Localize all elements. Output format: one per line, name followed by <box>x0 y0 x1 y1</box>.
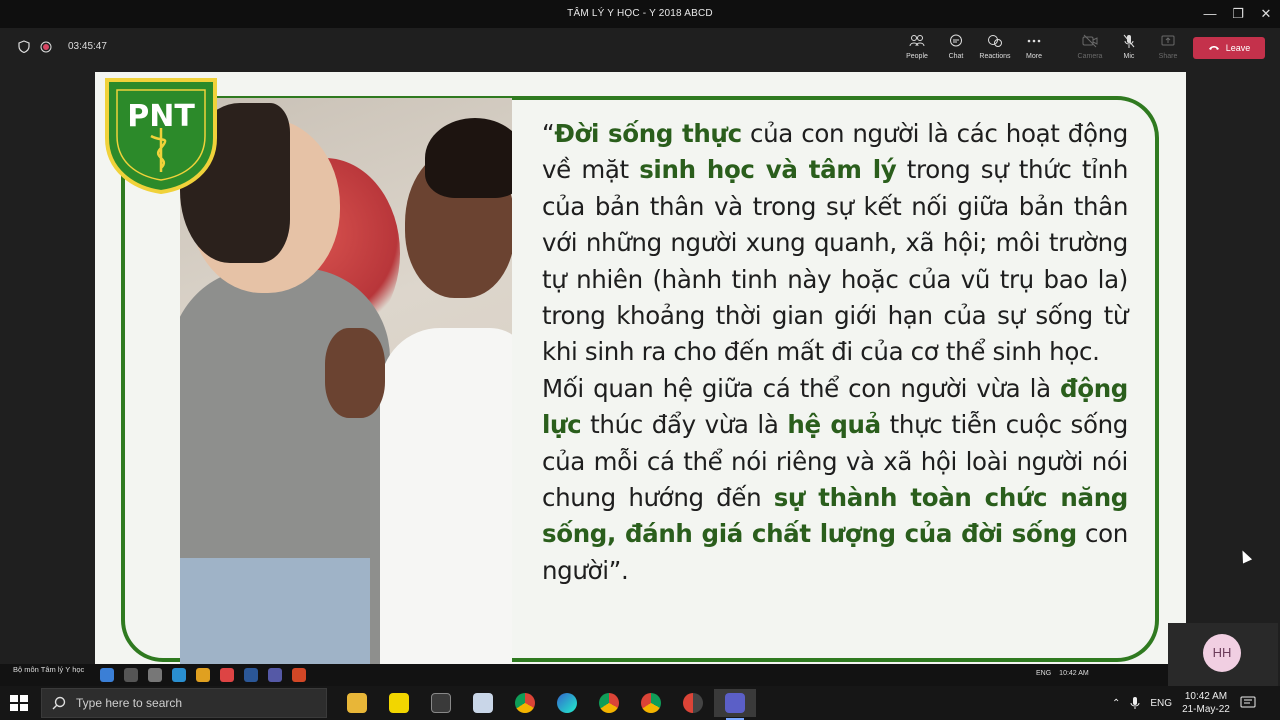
chat-icon <box>936 34 976 51</box>
remote-clock: 10:42 AM <box>1059 670 1089 677</box>
teams-button[interactable] <box>714 689 756 720</box>
chrome-profile-button-3[interactable] <box>672 689 714 717</box>
windows-taskbar: Type here to search ⌃ ENG 10:42 AM 21-Ma… <box>0 686 1280 720</box>
shared-screen: PNT “Đời sống thực của con người là các … <box>0 68 1280 668</box>
edge-button[interactable] <box>546 689 588 717</box>
tray-chevron-up-icon[interactable]: ⌃ <box>1112 698 1120 709</box>
folder-icon <box>347 693 367 713</box>
window-title: TÂM LÝ Y HỌC - Y 2018 ABCD <box>567 8 713 19</box>
recording-icon <box>40 41 52 52</box>
file-explorer-button[interactable] <box>336 689 378 717</box>
mic-off-icon <box>1109 34 1149 51</box>
people-icon <box>897 34 937 51</box>
leave-button[interactable]: Leave <box>1193 37 1265 59</box>
close-button[interactable]: ✕ <box>1252 0 1280 28</box>
chat-button[interactable]: Chat <box>936 34 976 64</box>
app-button-1[interactable] <box>420 689 462 717</box>
remote-window-label: Bộ môn Tâm lý Y học <box>13 665 85 674</box>
shield-icon <box>18 40 30 53</box>
search-icon <box>52 696 66 710</box>
participant-tile[interactable]: HH <box>1168 623 1278 686</box>
system-tray: ⌃ ENG 10:42 AM 21-May-22 <box>1112 686 1256 720</box>
phone-hangup-icon <box>1208 46 1219 50</box>
teams-icon <box>725 693 745 713</box>
meeting-timer: 03:45:47 <box>68 41 107 52</box>
mic-button[interactable]: Mic <box>1109 34 1149 64</box>
taskbar-apps <box>336 689 756 720</box>
windows-start-icon[interactable] <box>8 694 30 712</box>
presentation-slide: PNT “Đời sống thực của con người là các … <box>95 72 1186 668</box>
maximize-button[interactable]: ❐ <box>1224 0 1252 28</box>
more-icon <box>1014 34 1054 51</box>
taskbar-clock[interactable]: 10:42 AM 21-May-22 <box>1182 690 1230 716</box>
edge-icon <box>557 693 577 713</box>
chrome-profile-button-1[interactable] <box>588 689 630 717</box>
remote-lang: ENG <box>1036 670 1052 677</box>
sticky-note-icon <box>389 693 409 713</box>
share-icon <box>1148 34 1188 51</box>
avatar: HH <box>1203 634 1241 672</box>
reactions-button[interactable]: Reactions <box>975 34 1015 64</box>
chrome-icon <box>683 693 703 713</box>
university-logo: PNT <box>105 78 217 194</box>
chrome-icon <box>641 693 661 713</box>
reactions-icon <box>975 34 1015 51</box>
slide-photo <box>180 98 512 668</box>
microphone-icon[interactable] <box>1130 696 1140 710</box>
app-icon <box>431 693 451 713</box>
slide-text: “Đời sống thực của con người là các hoạt… <box>542 119 1129 585</box>
search-placeholder: Type here to search <box>76 696 183 710</box>
chrome-icon <box>515 693 535 713</box>
camera-button[interactable]: Camera <box>1070 34 1110 64</box>
people-button[interactable]: People <box>897 34 937 64</box>
more-button[interactable]: More <box>1014 34 1054 64</box>
meeting-toolbar: 03:45:47 People Chat Reactions More Came… <box>0 28 1280 68</box>
share-button[interactable]: Share <box>1148 34 1188 64</box>
notification-icon[interactable] <box>1240 696 1256 710</box>
paint-icon <box>473 693 493 713</box>
remote-taskbar-icons <box>100 668 306 682</box>
window-titlebar: TÂM LÝ Y HỌC - Y 2018 ABCD — ❐ ✕ <box>0 0 1280 28</box>
app-button-2[interactable] <box>462 689 504 717</box>
camera-off-icon <box>1070 34 1110 51</box>
chrome-profile-button-2[interactable] <box>630 689 672 717</box>
remote-taskbar: Bộ môn Tâm lý Y học ENG 10:42 AM <box>0 664 1168 686</box>
sticky-notes-button[interactable] <box>378 689 420 717</box>
language-indicator[interactable]: ENG <box>1150 698 1172 709</box>
chrome-button[interactable] <box>504 689 546 717</box>
chrome-icon <box>599 693 619 713</box>
taskbar-search-box[interactable]: Type here to search <box>41 688 327 718</box>
minimize-button[interactable]: — <box>1196 0 1224 28</box>
